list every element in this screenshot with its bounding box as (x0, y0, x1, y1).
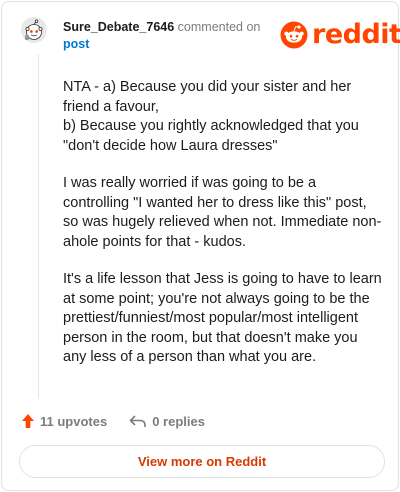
upvote-count: 11 upvotes (40, 413, 108, 429)
comment-actions: 11 upvotes 0 replies (21, 410, 227, 432)
reddit-wordmark: reddit (312, 19, 400, 50)
snoo-avatar-icon[interactable] (21, 17, 47, 43)
reddit-logo-icon (280, 21, 308, 49)
comment-paragraph: NTA - a) Because you did your sister and… (63, 79, 359, 154)
comment-paragraph: I was really worried if was going to be … (63, 175, 382, 250)
post-link[interactable]: post (63, 36, 283, 53)
upvote-button[interactable]: 11 upvotes (21, 413, 107, 429)
thread-line[interactable] (38, 54, 39, 399)
username-link[interactable]: Sure_Debate_7646 (63, 20, 174, 34)
comment-paragraph: It's a life lesson that Jess is going to… (63, 271, 382, 365)
view-more-button[interactable]: View more on Reddit (19, 445, 385, 478)
reply-button[interactable]: 0 replies (129, 414, 205, 429)
comment-meta: Sure_Debate_7646 commented on post (63, 19, 283, 53)
reddit-logo[interactable]: reddit (280, 20, 400, 50)
reply-count: 0 replies (152, 413, 205, 429)
comment-embed-card: Sure_Debate_7646 commented on post reddi… (1, 1, 400, 491)
comment-body: NTA - a) Because you did your sister and… (63, 78, 383, 386)
upvote-arrow-icon (22, 414, 34, 428)
commented-on-text: commented on (177, 20, 261, 34)
reply-arrow-icon (129, 415, 147, 427)
